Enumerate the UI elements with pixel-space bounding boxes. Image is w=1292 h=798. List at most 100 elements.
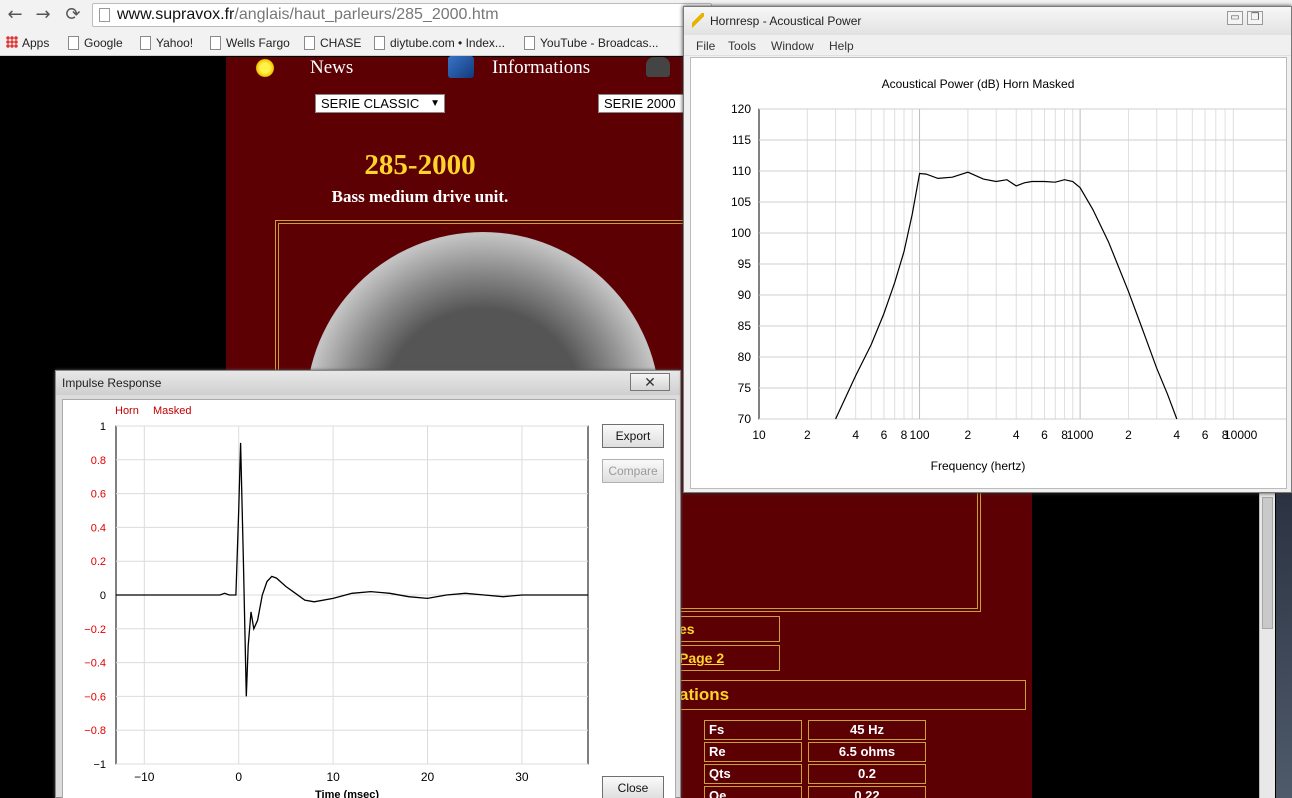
link-box-a[interactable]: es [678, 616, 780, 642]
spec-name: Re [704, 742, 802, 762]
close-button[interactable]: Close [602, 776, 664, 798]
menu-help[interactable]: Help [829, 39, 854, 53]
scrollbar-thumb[interactable] [1262, 497, 1273, 629]
spec-value: 0.22 [808, 786, 926, 798]
y-tick-label: 110 [732, 164, 751, 178]
bookmark-diytube[interactable]: diytube.com • Index... [372, 34, 505, 52]
y-tick-label: 100 [731, 226, 751, 240]
address-bar[interactable]: www.supravox.fr/anglais/haut_parleurs/28… [92, 3, 712, 27]
spec-value: 0.2 [808, 764, 926, 784]
y-tick-label: −0.8 [84, 725, 106, 737]
model-title: 285-2000 [364, 149, 476, 181]
spec-heading-label: ations [679, 685, 730, 704]
x-tick-label: 6 [1041, 428, 1048, 442]
x-tick-label: 2 [1125, 428, 1132, 442]
menu-window[interactable]: Window [771, 39, 814, 53]
screen: ← → ⟳ www.supravox.fr/anglais/haut_parle… [0, 0, 1292, 798]
page-icon [68, 36, 79, 50]
url-host: www.supravox.fr [117, 6, 235, 23]
x-tick-label: 10 [326, 770, 340, 784]
y-tick-label: 0 [100, 590, 106, 602]
export-button[interactable]: Export [602, 424, 664, 448]
page-icon [140, 36, 151, 50]
x-tick-label: 20 [421, 770, 435, 784]
x-axis-label: Time (msec) [315, 789, 379, 798]
bookmark-label: Yahoo! [156, 36, 194, 50]
lightning-bolt-icon [692, 13, 704, 29]
x-tick-label: 4 [852, 428, 859, 442]
bookmark-google[interactable]: Google [66, 34, 123, 52]
bookmark-yahoo[interactable]: Yahoo! [138, 34, 193, 52]
acoustical-power-chart: 70758085909510010511011512010 2 4 6 8 100 2 4 6 8… [731, 77, 1286, 473]
y-tick-label: 75 [738, 381, 752, 395]
reload-icon[interactable]: ⟳ [62, 4, 84, 26]
bookmark-youtube[interactable]: YouTube - Broadcas... [522, 34, 659, 52]
bookmark-wells-fargo[interactable]: Wells Fargo [208, 34, 290, 52]
x-tick-label: 6 [1202, 428, 1209, 442]
y-tick-label: 0.2 [91, 556, 106, 568]
y-tick-label: 1 [100, 421, 106, 433]
x-tick-label: 2 [965, 428, 972, 442]
y-tick-label: −0.6 [84, 691, 106, 703]
impulse-chart: −10 0 10 20 30 1 0.8 0.6 0.4 0.2 0 −0.2 −0.4 −0.6 −0.8… [84, 421, 589, 798]
y-tick-label: 90 [738, 288, 752, 302]
back-arrow-icon[interactable]: ← [4, 4, 26, 26]
acoustical-power-panel: 70 75 80 85 90 95 100 105 110 115 120 10 2 4 6 8 100 2 4 6 8… [690, 57, 1287, 489]
nav-news-link[interactable]: News [310, 57, 353, 79]
x-tick-label: 30 [515, 770, 529, 784]
compare-button[interactable]: Compare [602, 459, 664, 483]
sun-icon [254, 57, 276, 79]
y-tick-label: 120 [731, 102, 751, 116]
y-tick-label: 105 [731, 195, 751, 209]
link-a-label: es [679, 621, 695, 637]
y-tick-label: −0.2 [84, 624, 106, 636]
page-icon [524, 36, 535, 50]
bookmark-label: YouTube - Broadcas... [540, 36, 659, 50]
serie-classic-select[interactable]: SERIE CLASSIC ▼ [315, 94, 445, 113]
bookmark-label: diytube.com • Index... [390, 36, 505, 50]
page-icon [210, 36, 221, 50]
link-b-label: Page 2 [679, 650, 725, 666]
book-icon [448, 56, 474, 78]
y-tick-label: 80 [738, 350, 752, 364]
page-scrollbar[interactable] [1259, 493, 1275, 798]
link-box-page2[interactable]: Page 2 [678, 645, 780, 671]
forward-arrow-icon[interactable]: → [32, 4, 54, 26]
bookmark-label: Apps [22, 36, 50, 50]
nav-informations-link[interactable]: Informations [492, 57, 590, 79]
spec-name: Qe [704, 786, 802, 798]
menu-tools[interactable]: Tools [728, 39, 756, 53]
impulse-panel: Horn Masked −10 0 10 20 30 1 0.8 0.6 0.4 0.2 0 −0.2… [62, 399, 676, 798]
serie-2000-select[interactable]: SERIE 2000 [598, 94, 684, 113]
x-tick-label: 6 [881, 428, 888, 442]
y-tick-label: 95 [738, 257, 752, 271]
y-tick-label: −1 [93, 759, 106, 771]
desktop-background [1276, 493, 1292, 798]
spec-value: 6.5 ohms [808, 742, 926, 762]
bookmark-chase[interactable]: CHASE [302, 34, 361, 52]
page-icon [99, 8, 110, 22]
impulse-window-titlebar[interactable]: Impulse Response [56, 371, 680, 395]
chart-title: Acoustical Power (dB) Horn Masked [882, 77, 1075, 91]
x-tick-label: 10 [752, 428, 766, 442]
impulse-response-window: Impulse Response ✕ Horn Masked −10 0 10 20 3… [55, 370, 681, 798]
restore-icon[interactable]: ❐ [1247, 11, 1263, 25]
bookmark-label: Google [84, 36, 123, 50]
bookmark-label: Wells Fargo [226, 36, 290, 50]
x-tick-label: −10 [134, 770, 155, 784]
y-tick-label: 0.6 [91, 489, 106, 501]
apps-grid-icon [6, 36, 18, 48]
menu-file[interactable]: File [696, 39, 715, 53]
close-icon[interactable]: ✕ [630, 373, 670, 391]
hornresp-titlebar[interactable]: Hornresp - Acoustical Power [684, 7, 1291, 35]
serie-2000-value: SERIE 2000 [604, 96, 676, 111]
x-tick-label: 4 [1013, 428, 1020, 442]
x-tick-label: 2 [804, 428, 811, 442]
bookmark-apps[interactable]: Apps [4, 34, 49, 52]
minimize-icon[interactable]: ▭ [1227, 11, 1243, 25]
model-subtitle: Bass medium drive unit. [331, 187, 509, 206]
x-tick-label: 8 [901, 428, 908, 442]
x-tick-label: 1000 [1067, 428, 1094, 442]
phone-icon [646, 57, 670, 77]
x-tick-label: 4 [1173, 428, 1180, 442]
